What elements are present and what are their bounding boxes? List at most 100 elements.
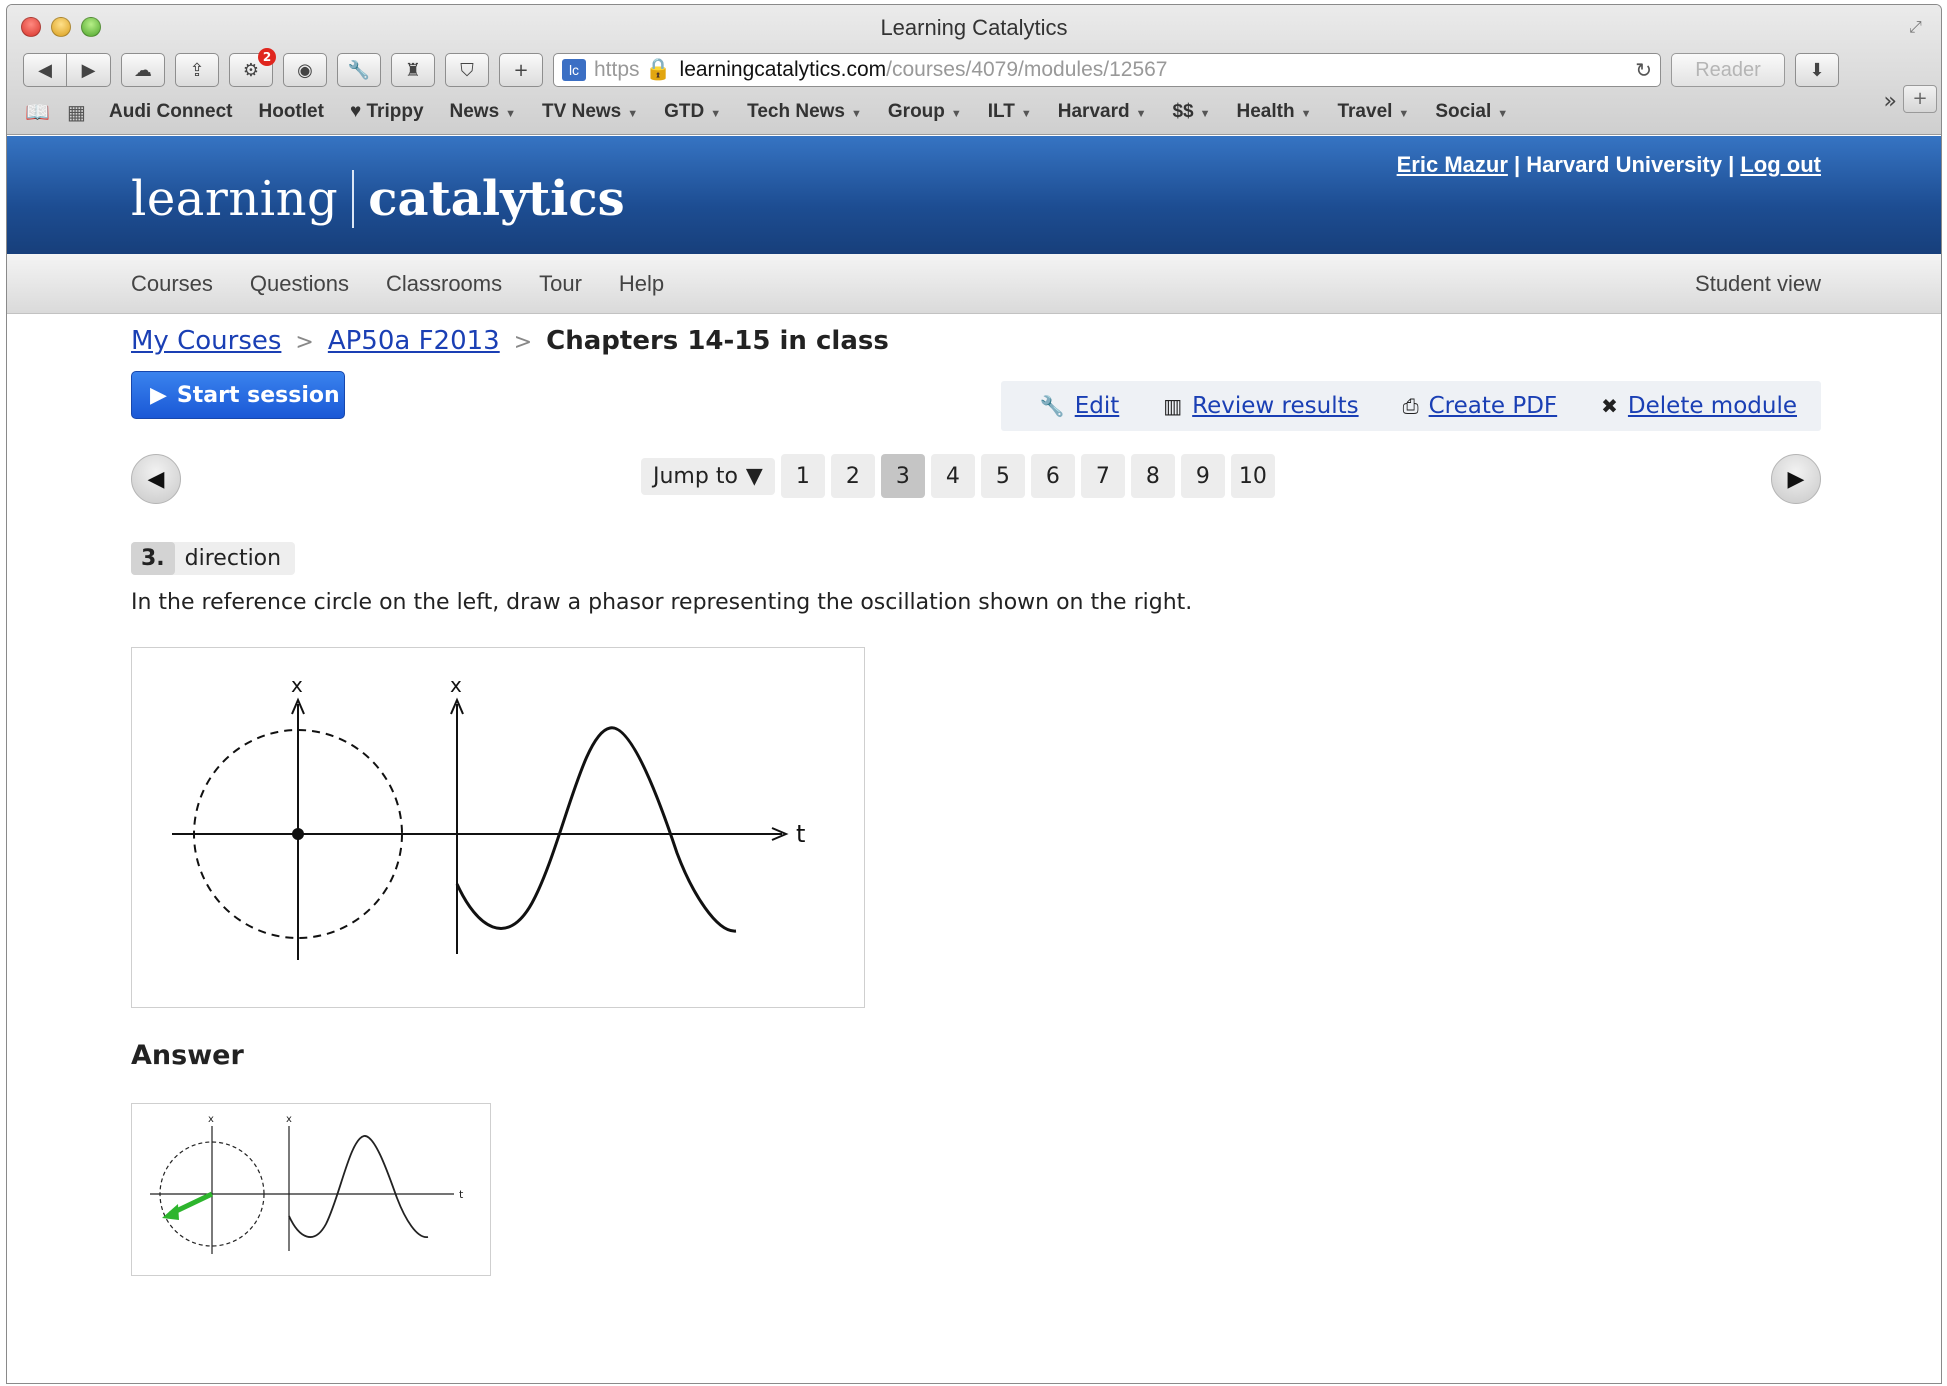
pocket-button[interactable]: ⛉	[445, 53, 489, 87]
stamp-button[interactable]: ♜	[391, 53, 435, 87]
chevron-down-icon: ▼	[505, 108, 517, 120]
student-view-link[interactable]: Student view	[1695, 271, 1821, 297]
nav-classrooms[interactable]: Classrooms	[386, 271, 502, 297]
bookmark-folder-ilt[interactable]: ILT ▼	[988, 101, 1032, 123]
page-link-9[interactable]: 9	[1180, 454, 1225, 498]
more-bookmarks-icon[interactable]: »	[1884, 89, 1897, 114]
create-pdf-link[interactable]: Create PDF	[1429, 393, 1558, 419]
reload-icon[interactable]: ↻	[1635, 58, 1652, 83]
delete-module-action[interactable]: ✖ Delete module	[1601, 393, 1797, 419]
new-tab-button[interactable]: +	[1903, 85, 1937, 113]
site-favicon: lc	[562, 59, 586, 81]
page-link-6[interactable]: 6	[1030, 454, 1075, 498]
breadcrumb-course[interactable]: AP50a F2013	[328, 326, 500, 356]
question-pager: ◀ Jump to ▼ 1 2 3 4 5 6 7 8 9 10 ▶	[131, 454, 1821, 504]
window-title: Learning Catalytics	[880, 15, 1068, 40]
page-link-4[interactable]: 4	[930, 454, 975, 498]
answer-circle-axis-x-label: x	[208, 1114, 214, 1125]
page-link-10[interactable]: 10	[1230, 454, 1275, 498]
module-actions: 🔧 Edit ▥ Review results ⎙ Create PDF ✖ D…	[1001, 381, 1821, 431]
nav-courses[interactable]: Courses	[131, 271, 213, 297]
answer-figure-svg: x x t	[150, 1114, 464, 1254]
downloads-button[interactable]: ⬇	[1795, 53, 1839, 87]
phasor-figure-svg: x x t	[172, 673, 805, 960]
chevron-down-icon: ▼	[950, 108, 962, 120]
share-icon: ⇪	[189, 59, 205, 81]
user-name-link[interactable]: Eric Mazur	[1397, 152, 1508, 177]
extension-button[interactable]: ⚙ 2	[229, 48, 276, 87]
delete-module-link[interactable]: Delete module	[1628, 393, 1797, 419]
logout-link[interactable]: Log out	[1740, 152, 1821, 177]
book-icon[interactable]: 📖	[25, 100, 55, 125]
bookmark-folder-harvard[interactable]: Harvard ▼	[1058, 101, 1147, 123]
nav-questions[interactable]: Questions	[250, 271, 349, 297]
site-logo[interactable]: learning catalytics	[131, 170, 625, 228]
bookmark-folder-tech-news[interactable]: Tech News ▼	[747, 101, 862, 123]
bookmark-folder-health[interactable]: Health ▼	[1237, 101, 1312, 123]
address-bar[interactable]: lc https 🔒 learningcatalytics.com /cours…	[553, 53, 1661, 87]
bookmark-folder-group[interactable]: Group ▼	[888, 101, 962, 123]
jump-to-dropdown[interactable]: Jump to ▼	[641, 457, 775, 495]
user-bar: Eric Mazur | Harvard University | Log ou…	[1396, 152, 1821, 177]
bookmark-trippy[interactable]: ♥ Trippy	[350, 101, 424, 123]
bookmark-folder-news[interactable]: News ▼	[450, 101, 517, 123]
oscillation-graph: x t	[402, 673, 805, 954]
add-bookmark-button[interactable]: +	[499, 53, 543, 87]
bookmark-folder-social[interactable]: Social ▼	[1435, 101, 1508, 123]
edit-action[interactable]: 🔧 Edit	[1040, 393, 1119, 419]
question-label: 3. direction	[131, 542, 296, 575]
nav-help[interactable]: Help	[619, 271, 664, 297]
review-results-link[interactable]: Review results	[1192, 393, 1358, 419]
play-icon: ▶	[150, 382, 167, 408]
start-session-button[interactable]: ▶ Start session	[131, 371, 345, 419]
chevron-down-icon: ▼	[1300, 108, 1312, 120]
browser-chrome: Learning Catalytics ⤢ ◀ ▶ ☁ ⇪ ⚙ 2 ◉ 🔧 ♜ …	[7, 5, 1941, 135]
edit-link[interactable]: Edit	[1075, 393, 1120, 419]
back-arrow-icon: ◀	[38, 59, 52, 81]
url-host: learningcatalytics.com	[679, 58, 887, 81]
question-number: 3.	[131, 542, 175, 575]
question-title: direction	[184, 546, 282, 571]
lock-icon: 🔒	[645, 58, 672, 81]
fullscreen-icon[interactable]: ⤢	[1909, 17, 1929, 37]
bookmarks-bar: 📖 ▦ Audi Connect Hootlet ♥ Trippy News ▼ …	[7, 93, 1941, 131]
nav-tour[interactable]: Tour	[539, 271, 582, 297]
next-question-button[interactable]: ▶	[1771, 454, 1821, 504]
back-button[interactable]: ◀	[23, 53, 67, 87]
page-link-8[interactable]: 8	[1130, 454, 1175, 498]
site-header: learning catalytics Eric Mazur | Harvard…	[7, 136, 1941, 254]
forward-button[interactable]: ▶	[67, 53, 111, 87]
forward-arrow-icon: ▶	[81, 59, 96, 81]
top-sites-icon[interactable]: ▦	[67, 100, 97, 125]
page-link-5[interactable]: 5	[980, 454, 1025, 498]
page-link-3-current[interactable]: 3	[880, 454, 925, 498]
page-title: Chapters 14-15 in class	[546, 326, 889, 356]
create-pdf-action[interactable]: ⎙ Create PDF	[1403, 393, 1558, 419]
bookmark-hootlet[interactable]: Hootlet	[259, 101, 324, 123]
reader-button[interactable]: Reader	[1671, 53, 1785, 87]
answer-graph-axis-x-label: x	[286, 1114, 292, 1125]
graph-axis-t-label: t	[796, 820, 805, 848]
previous-question-button[interactable]: ◀	[131, 454, 181, 504]
download-icon: ⬇	[1809, 59, 1825, 81]
bookmark-folder-gtd[interactable]: GTD ▼	[664, 101, 721, 123]
page-link-7[interactable]: 7	[1080, 454, 1125, 498]
answer-figure: x x t	[131, 1103, 491, 1276]
bookmark-audi-connect[interactable]: Audi Connect	[109, 101, 233, 123]
notification-badge: 2	[258, 48, 276, 66]
stamp-icon: ♜	[404, 59, 422, 81]
icloud-tabs-button[interactable]: ☁	[121, 53, 165, 87]
review-results-action[interactable]: ▥ Review results	[1163, 393, 1358, 419]
bookmark-folder-tv-news[interactable]: TV News ▼	[542, 101, 638, 123]
share-button[interactable]: ⇪	[175, 53, 219, 87]
breadcrumb-my-courses[interactable]: My Courses	[131, 326, 281, 356]
privacy-button[interactable]: ◉	[283, 53, 327, 87]
bookmark-folder-money[interactable]: $$ ▼	[1172, 101, 1210, 123]
tools-button[interactable]: 🔧	[337, 53, 381, 87]
bookmark-folder-travel[interactable]: Travel ▼	[1337, 101, 1409, 123]
wrench-icon: 🔧	[1039, 394, 1065, 418]
question-figure: x x t	[131, 647, 865, 1008]
page-link-1[interactable]: 1	[780, 454, 825, 498]
chevron-down-icon: ▼	[627, 108, 639, 120]
page-link-2[interactable]: 2	[830, 454, 875, 498]
